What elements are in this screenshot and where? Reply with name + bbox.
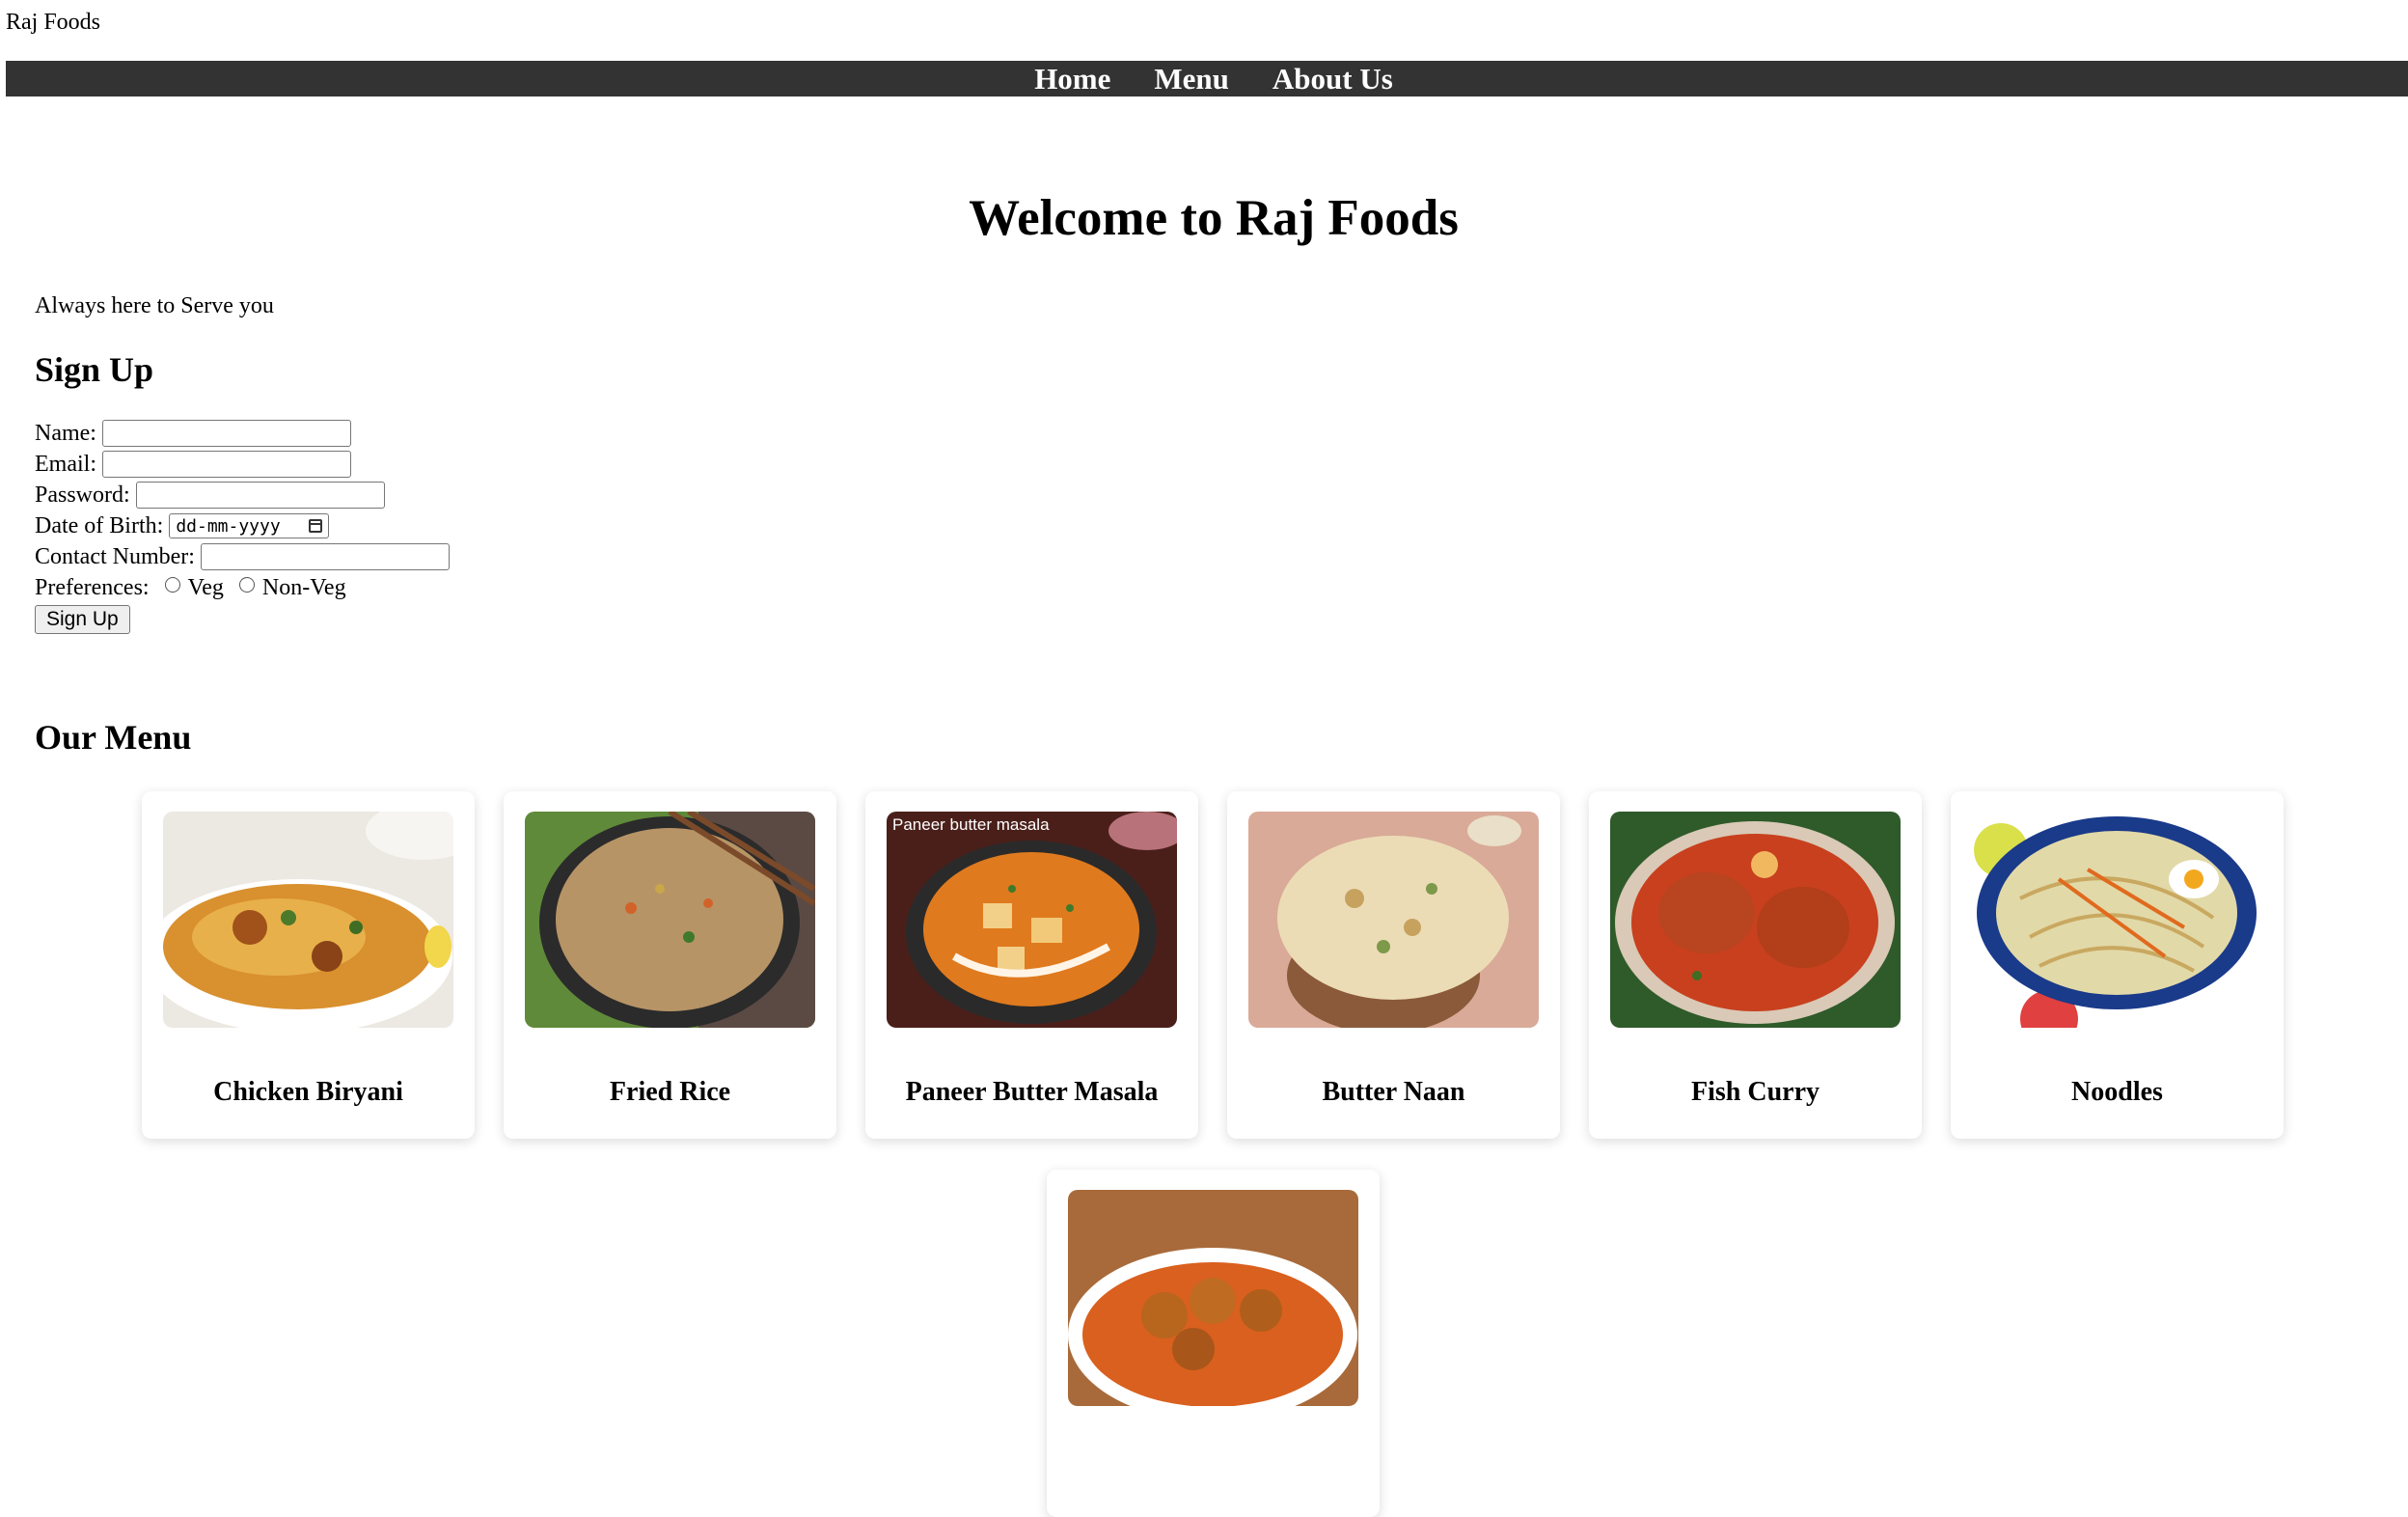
signup-heading: Sign Up — [35, 350, 154, 389]
email-field[interactable] — [101, 451, 351, 478]
paneer-butter-masala-image: Paneer butter masala — [887, 812, 1177, 1028]
dob-placeholder: dd-mm-yyyy — [176, 515, 281, 537]
menu-heading: Our Menu — [35, 718, 192, 757]
email-label: Email: — [35, 451, 96, 477]
menu-card-fried-rice[interactable]: Fried Rice — [504, 791, 836, 1139]
navbar: Home Menu About Us — [6, 61, 2408, 97]
menu-item-name: Fried Rice — [609, 1077, 731, 1107]
name-field[interactable] — [101, 420, 351, 447]
tagline: Always here to Serve you — [35, 293, 274, 318]
menu-card-noodles[interactable]: Noodles — [1951, 791, 2284, 1139]
butter-naan-image — [1248, 812, 1539, 1028]
nav-link-home[interactable]: Home — [1034, 61, 1110, 97]
preferences-label: Preferences: — [35, 574, 150, 600]
contact-label: Contact Number: — [35, 543, 195, 569]
veg-radio[interactable] — [164, 577, 180, 593]
dob-field[interactable]: dd-mm-yyyy — [169, 513, 330, 538]
veg-radio-label: Veg — [187, 574, 224, 600]
menu-item-name: Chicken Biryani — [213, 1077, 403, 1107]
non-veg-radio-label: Non-Veg — [261, 574, 346, 600]
menu-card-paneer-butter-masala[interactable]: Paneer butter masala Paneer Butter Masal… — [865, 791, 1198, 1139]
name-label: Name: — [35, 420, 96, 446]
signup-button[interactable]: Sign Up — [35, 605, 130, 634]
password-field[interactable] — [135, 482, 385, 509]
noodles-image — [1972, 812, 2262, 1028]
signup-form: Name: Email: Password: Date of Birth: dd… — [35, 418, 450, 634]
contact-number-field[interactable] — [200, 543, 450, 570]
menu-item-name: Paneer Butter Masala — [905, 1077, 1159, 1107]
image-caption: Paneer butter masala — [892, 815, 1050, 834]
dob-label: Date of Birth: — [35, 512, 164, 538]
menu-item-name: Noodles — [2071, 1077, 2163, 1107]
password-label: Password: — [35, 482, 130, 508]
menu-card-butter-naan[interactable]: Butter Naan — [1227, 791, 1560, 1139]
menu-item-name: Fish Curry — [1691, 1077, 1820, 1107]
menu-item-image — [1068, 1190, 1358, 1406]
non-veg-radio[interactable] — [238, 577, 255, 593]
menu-card-fish-curry[interactable]: Fish Curry — [1589, 791, 1922, 1139]
menu-item-name: Butter Naan — [1322, 1077, 1465, 1107]
menu-card-chicken-biryani[interactable]: Chicken Biryani — [142, 791, 475, 1139]
chicken-biryani-image — [163, 812, 453, 1028]
welcome-heading: Welcome to Raj Foods — [969, 190, 1459, 246]
menu-card-manchurian[interactable] — [1047, 1170, 1380, 1517]
nav-link-menu[interactable]: Menu — [1154, 61, 1229, 97]
fried-rice-image — [525, 812, 815, 1028]
nav-link-about-us[interactable]: About Us — [1272, 61, 1393, 97]
site-title: Raj Foods — [6, 10, 101, 35]
calendar-icon[interactable] — [309, 519, 323, 533]
fish-curry-image — [1610, 812, 1901, 1028]
